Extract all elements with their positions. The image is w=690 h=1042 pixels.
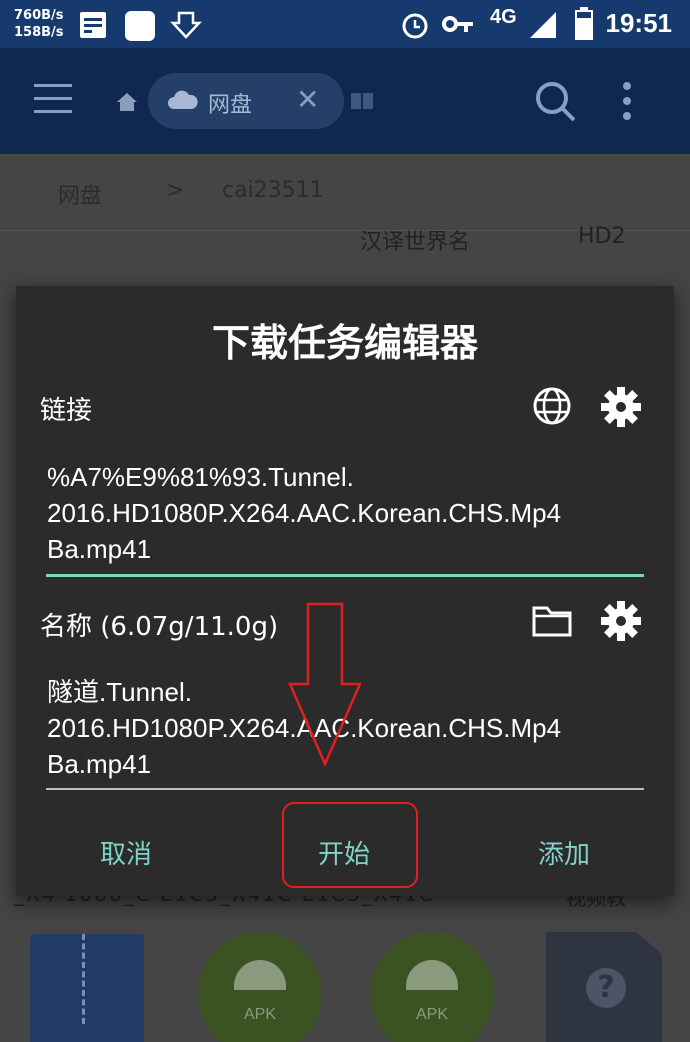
gear-icon[interactable] xyxy=(600,386,642,428)
alarm-icon xyxy=(402,13,428,39)
tab-label: 网盘 xyxy=(208,93,253,118)
search-icon[interactable] xyxy=(534,80,578,124)
status-bar: 760B/s 158B/s 4G 19:51 xyxy=(0,0,690,48)
cloud-icon xyxy=(168,90,198,109)
book-icon[interactable] xyxy=(350,92,374,110)
sim-card-icon xyxy=(80,12,106,38)
link-input-underline xyxy=(46,574,644,577)
gear-icon[interactable] xyxy=(600,600,642,642)
signal-icon xyxy=(530,12,556,38)
breadcrumb-separator: > xyxy=(166,178,185,203)
breadcrumb-current[interactable]: cai23511 xyxy=(222,178,324,203)
battery-icon xyxy=(575,7,593,40)
network-type: 4G xyxy=(490,6,517,28)
file-name: 汉译世界名 xyxy=(360,230,471,255)
name-input-underline xyxy=(46,788,644,790)
app-square-icon xyxy=(125,11,155,41)
clock: 19:51 xyxy=(605,8,673,38)
tab-netdisk[interactable]: 网盘 ✕ xyxy=(148,73,344,129)
cancel-button[interactable]: 取消 xyxy=(100,834,152,871)
key-icon xyxy=(442,16,473,32)
annotation-arrow xyxy=(288,602,362,768)
more-icon[interactable] xyxy=(620,80,634,122)
globe-icon[interactable] xyxy=(532,386,572,426)
annotation-box xyxy=(282,802,418,888)
folder-icon[interactable] xyxy=(532,604,572,638)
close-icon[interactable]: ✕ xyxy=(296,83,319,116)
download-icon xyxy=(170,11,202,39)
app-bar xyxy=(0,48,690,154)
net-up: 158B/s xyxy=(14,25,64,40)
menu-icon[interactable] xyxy=(34,84,72,114)
add-button[interactable]: 添加 xyxy=(538,834,590,871)
home-icon[interactable] xyxy=(116,92,138,112)
name-label: 名称 (6.07g/11.0g) xyxy=(40,612,279,642)
zip-file-icon[interactable] xyxy=(30,934,144,1042)
net-down: 760B/s xyxy=(14,8,64,23)
link-input[interactable]: %A7%E9%81%93.Tunnel. 2016.HD1080P.X264.A… xyxy=(47,459,647,567)
network-speed: 760B/s 158B/s xyxy=(14,7,64,41)
file-tag: HD2 xyxy=(578,224,626,249)
link-label: 链接 xyxy=(40,396,93,426)
breadcrumb-root[interactable]: 网盘 xyxy=(58,178,102,210)
unknown-file-icon[interactable]: ? xyxy=(546,932,662,1042)
dialog-title: 下载任务编辑器 xyxy=(211,321,478,365)
